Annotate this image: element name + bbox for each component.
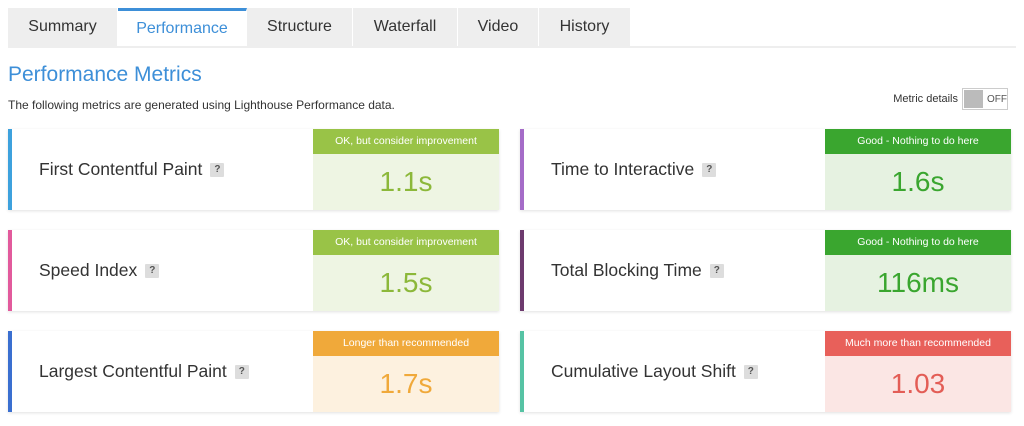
grade-label: Longer than recommended	[313, 331, 499, 356]
metric-name: Cumulative Layout Shift?	[551, 331, 758, 412]
metric-details-label: Metric details	[893, 93, 958, 105]
metric-card-largest-contentful-paint: Largest Contentful Paint? Longer than re…	[8, 331, 499, 412]
metric-name: Total Blocking Time?	[551, 230, 724, 311]
card-accent	[8, 331, 12, 412]
tab-bar: Summary Performance Structure Waterfall …	[8, 8, 631, 48]
metric-name-text: Total Blocking Time	[551, 260, 702, 280]
help-icon[interactable]: ?	[234, 364, 249, 379]
metric-grade: OK, but consider improvement 1.1s	[313, 129, 499, 210]
toggle-knob	[964, 90, 983, 108]
metric-name: First Contentful Paint?	[39, 129, 225, 210]
metric-name-text: Time to Interactive	[551, 159, 695, 179]
metric-value: 1.5s	[313, 255, 499, 311]
metric-grade: Longer than recommended 1.7s	[313, 331, 499, 412]
grade-label: Good - Nothing to do here	[825, 230, 1011, 255]
metric-grade: Good - Nothing to do here 1.6s	[825, 129, 1011, 210]
metric-value: 1.7s	[313, 356, 499, 412]
help-icon[interactable]: ?	[709, 263, 724, 278]
metric-value: 1.6s	[825, 154, 1011, 210]
tab-summary[interactable]: Summary	[8, 8, 118, 46]
card-accent	[520, 331, 524, 412]
performance-report: Summary Performance Structure Waterfall …	[0, 0, 1024, 426]
grade-label: Much more than recommended	[825, 331, 1011, 356]
metric-card-time-to-interactive: Time to Interactive? Good - Nothing to d…	[520, 129, 1011, 210]
metric-grade: Much more than recommended 1.03	[825, 331, 1011, 412]
metric-name: Speed Index?	[39, 230, 160, 311]
help-icon[interactable]: ?	[145, 263, 160, 278]
help-icon[interactable]: ?	[743, 364, 758, 379]
metric-value: 1.03	[825, 356, 1011, 412]
tab-divider	[8, 46, 1016, 48]
card-accent	[8, 230, 12, 311]
metric-name-text: First Contentful Paint	[39, 159, 203, 179]
metric-details-toggle[interactable]: OFF	[962, 88, 1008, 110]
metric-name-text: Largest Contentful Paint	[39, 361, 227, 381]
page-title: Performance Metrics	[8, 63, 202, 86]
tab-video[interactable]: Video	[458, 8, 539, 46]
metric-name-text: Cumulative Layout Shift	[551, 361, 736, 381]
grade-label: Good - Nothing to do here	[825, 129, 1011, 154]
metric-card-speed-index: Speed Index? OK, but consider improvemen…	[8, 230, 499, 311]
tab-history[interactable]: History	[539, 8, 631, 46]
metric-details-control: Metric details OFF	[893, 88, 1008, 110]
metric-value: 1.1s	[313, 154, 499, 210]
tab-performance[interactable]: Performance	[118, 8, 247, 48]
metric-card-total-blocking-time: Total Blocking Time? Good - Nothing to d…	[520, 230, 1011, 311]
metric-name-text: Speed Index	[39, 260, 138, 280]
card-accent	[520, 230, 524, 311]
card-accent	[8, 129, 12, 210]
metric-value: 116ms	[825, 255, 1011, 311]
help-icon[interactable]: ?	[702, 162, 717, 177]
metric-name: Largest Contentful Paint?	[39, 331, 249, 412]
metric-card-cumulative-layout-shift: Cumulative Layout Shift? Much more than …	[520, 331, 1011, 412]
grade-label: OK, but consider improvement	[313, 129, 499, 154]
metric-card-first-contentful-paint: First Contentful Paint? OK, but consider…	[8, 129, 499, 210]
metric-grade: OK, but consider improvement 1.5s	[313, 230, 499, 311]
tab-structure[interactable]: Structure	[247, 8, 353, 46]
page-subtitle: The following metrics are generated usin…	[8, 98, 395, 112]
card-accent	[520, 129, 524, 210]
help-icon[interactable]: ?	[210, 162, 225, 177]
metric-name: Time to Interactive?	[551, 129, 717, 210]
grade-label: OK, but consider improvement	[313, 230, 499, 255]
tab-waterfall[interactable]: Waterfall	[353, 8, 458, 46]
metric-grade: Good - Nothing to do here 116ms	[825, 230, 1011, 311]
toggle-state: OFF	[987, 93, 1007, 105]
